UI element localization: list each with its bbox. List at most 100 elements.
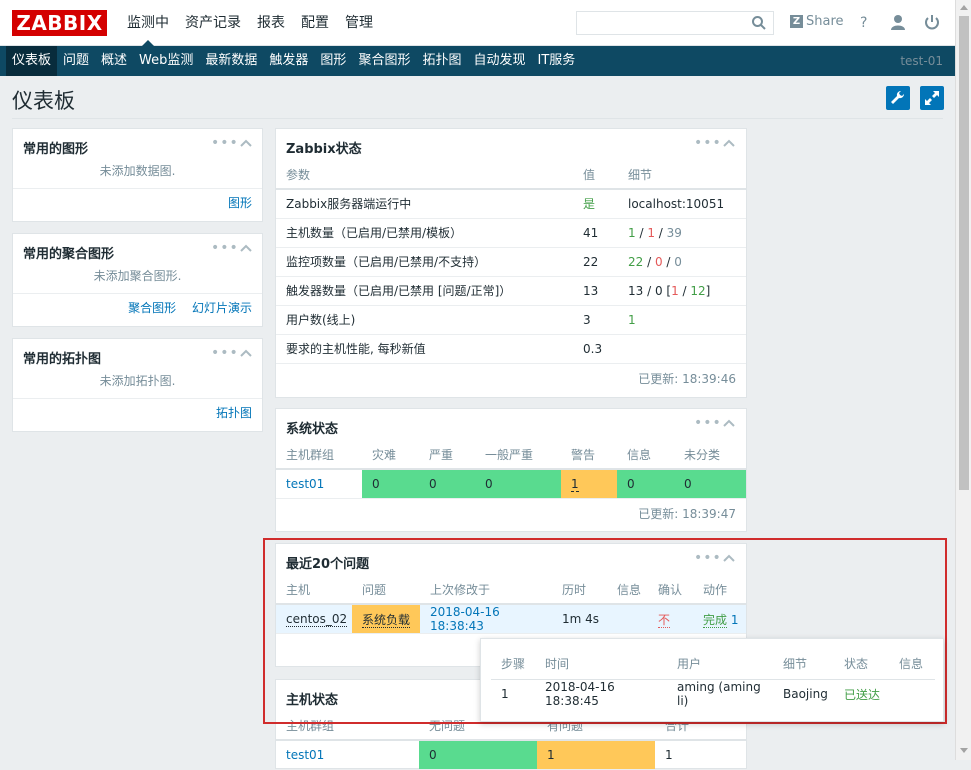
collapse-icon[interactable] (239, 348, 253, 358)
sub-nav-triggers[interactable]: 触发器 (263, 46, 314, 76)
header-divider (12, 118, 943, 119)
page-title: 仪表板 (12, 89, 75, 113)
warning-count[interactable]: 1 (561, 469, 617, 499)
detail-cell: 1 (618, 305, 746, 335)
screens-link[interactable]: 聚合图形 (128, 301, 176, 315)
sub-nav-discovery[interactable]: 自动发现 (467, 46, 531, 76)
search-input[interactable] (576, 11, 774, 35)
edit-dashboard-button[interactable] (886, 86, 910, 110)
column-header: 信息 (889, 649, 935, 680)
favourite-screens-widget: 常用的聚合图形 ••• 未添加聚合图形. 聚合图形 幻灯片演示 (12, 233, 263, 327)
maps-link[interactable]: 拓扑图 (216, 406, 252, 420)
zabbix-status-table: 参数 值 细节 Zabbix服务器端运行中 是 localhost:10051 … (276, 161, 746, 364)
widget-menu-icon[interactable]: ••• (211, 135, 239, 151)
param-cell: 用户数(线上) (276, 305, 573, 335)
column-header: 细节 (773, 649, 834, 680)
slideshows-link[interactable]: 幻灯片演示 (192, 301, 252, 315)
share-icon: Z (790, 15, 803, 28)
sub-nav-overview[interactable]: 概述 (95, 46, 133, 76)
top-nav-configuration[interactable]: 配置 (293, 0, 337, 46)
widget-menu-icon[interactable]: ••• (694, 415, 722, 431)
collapse-icon[interactable] (239, 243, 253, 253)
scrollbar-thumb[interactable] (959, 16, 969, 490)
value-cell: 41 (573, 218, 618, 248)
actions-popup: 步骤 时间 用户 细节 状态 信息 1 2018-04-16 18:38:45 … (480, 638, 944, 722)
help-icon[interactable]: ? (855, 13, 873, 31)
zabbix-logo[interactable]: ZABBIX (12, 10, 107, 36)
page-scrollbar[interactable] (955, 0, 971, 760)
info-count[interactable]: 0 (617, 469, 674, 499)
table-row: 1 2018-04-16 18:38:45 aming (aming li) B… (491, 679, 935, 709)
collapse-icon[interactable] (722, 138, 736, 148)
param-cell: 主机数量（已启用/已禁用/模板） (276, 218, 573, 248)
system-status-table: 主机群组 灾难 严重 一般严重 警告 信息 未分类 test01 0 0 0 1… (276, 441, 746, 499)
column-header: 时间 (535, 649, 667, 680)
sub-nav-maps[interactable]: 拓扑图 (416, 46, 467, 76)
table-row: 要求的主机性能, 每秒新值 0.3 (276, 334, 746, 364)
widget-footer: 拓扑图 (13, 399, 262, 427)
top-nav-administration[interactable]: 管理 (337, 0, 381, 46)
high-count[interactable]: 0 (419, 469, 475, 499)
collapse-icon[interactable] (239, 138, 253, 148)
updated-time: 已更新: 18:39:46 (638, 371, 736, 386)
sub-nav: 仪表板 问题 概述 Web监测 最新数据 触发器 图形 聚合图形 拓扑图 自动发… (0, 46, 955, 76)
column-header: 状态 (834, 649, 889, 680)
sub-nav-screens[interactable]: 聚合图形 (352, 46, 416, 76)
user-profile-icon[interactable] (889, 13, 907, 31)
average-count[interactable]: 0 (475, 469, 561, 499)
table-row: test01 0 0 0 1 0 0 (276, 469, 746, 499)
param-cell: 触发器数量（已启用/已禁用 [问题/正常]） (276, 276, 573, 306)
value-cell: 是 (573, 189, 618, 219)
sub-nav-dashboard[interactable]: 仪表板 (6, 46, 58, 76)
sub-nav-graphs[interactable]: 图形 (314, 46, 352, 76)
column-header: 未分类 (674, 441, 746, 470)
share-link[interactable]: Z Share (790, 14, 844, 29)
search-icon[interactable] (751, 15, 767, 31)
widget-title: Zabbix状态 (286, 142, 362, 157)
table-row: Zabbix服务器端运行中 是 localhost:10051 (276, 189, 746, 219)
value-cell: 3 (573, 305, 618, 335)
sub-nav-problems[interactable]: 问题 (57, 46, 95, 76)
sub-nav-latest-data[interactable]: 最新数据 (199, 46, 263, 76)
widget-footer: 图形 (13, 189, 262, 217)
top-nav-reports[interactable]: 报表 (249, 0, 293, 46)
empty-message: 未添加聚合图形. (13, 266, 262, 294)
empty-message: 未添加拓扑图. (13, 371, 262, 399)
table-row: test01 0 1 1 (276, 740, 746, 770)
not-classified-count[interactable]: 0 (674, 469, 746, 499)
graphs-link[interactable]: 图形 (228, 196, 252, 210)
widget-menu-icon[interactable]: ••• (211, 240, 239, 256)
widget-header: 常用的图形 ••• (13, 129, 262, 161)
with-problems-count[interactable]: 1 (537, 740, 655, 770)
widget-menu-icon[interactable]: ••• (694, 135, 722, 151)
column-header: 严重 (419, 441, 475, 470)
wrench-icon (891, 90, 905, 104)
collapse-icon[interactable] (722, 418, 736, 428)
logout-icon[interactable] (923, 13, 941, 31)
without-problems-count[interactable]: 0 (419, 740, 537, 770)
scroll-down-arrow[interactable] (960, 748, 968, 753)
widget-title: 常用的聚合图形 (23, 247, 115, 262)
scroll-up-arrow[interactable] (960, 5, 968, 10)
param-cell: Zabbix服务器端运行中 (276, 189, 573, 219)
detail-cell: localhost:10051 (618, 189, 746, 219)
top-header: ZABBIX 监测中 资产记录 报表 配置 管理 Z Share ? (0, 0, 955, 46)
param-cell: 监控项数量（已启用/已禁用/不支持） (276, 247, 573, 277)
widget-header: 常用的聚合图形 ••• (13, 234, 262, 266)
disaster-count[interactable]: 0 (362, 469, 419, 499)
top-nav-monitoring[interactable]: 监测中 (119, 0, 177, 46)
table-row: 用户数(线上) 3 1 (276, 305, 746, 335)
column-header: 步骤 (491, 649, 535, 680)
user-cell: aming (aming li) (677, 680, 761, 709)
widget-title: 系统状态 (286, 422, 339, 437)
value-cell: 13 (573, 276, 618, 306)
fullscreen-button[interactable] (920, 86, 944, 110)
widget-menu-icon[interactable]: ••• (211, 345, 239, 361)
column-header: 细节 (618, 161, 746, 190)
svg-text:?: ? (860, 15, 867, 31)
sub-nav-web[interactable]: Web监测 (133, 46, 199, 76)
host-group-link[interactable]: test01 (286, 477, 324, 491)
top-nav-inventory[interactable]: 资产记录 (177, 0, 249, 46)
empty-message: 未添加数据图. (13, 161, 262, 189)
sub-nav-it-services[interactable]: IT服务 (531, 46, 581, 76)
